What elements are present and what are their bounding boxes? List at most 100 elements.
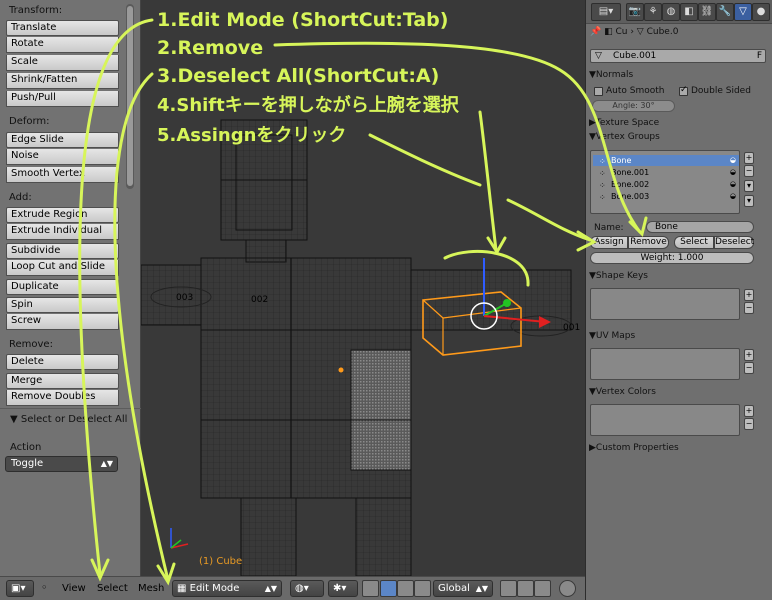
auto-smooth-checkbox[interactable] [594, 87, 603, 96]
extrude-region-button[interactable]: Extrude Region [6, 207, 119, 223]
select-menu[interactable]: Select [97, 583, 128, 594]
object-icon[interactable]: ◧ [680, 3, 698, 21]
circle-icon[interactable]: ◦ [41, 581, 48, 594]
occlude-geometry-icon[interactable] [559, 580, 576, 597]
editor-type-icon[interactable]: ▤▾ [591, 3, 621, 21]
cube-icon: ▣▾ [11, 583, 26, 594]
translate-manipulator-icon[interactable] [380, 580, 397, 597]
action-dropdown[interactable]: Toggle ▲▼ [5, 456, 118, 472]
world-icon[interactable]: ◍ [662, 3, 680, 21]
noise-button[interactable]: Noise [6, 149, 119, 165]
pivot-point-button[interactable]: ✱▾ [328, 580, 358, 597]
shape-keys-panel-header[interactable]: ▼Shape Keys [589, 271, 770, 281]
remove-shape-key-button[interactable]: − [744, 302, 754, 314]
mode-dropdown[interactable]: ▦ Edit Mode ▲▼ [172, 580, 282, 597]
push-pull-button[interactable]: Push/Pull [6, 91, 119, 107]
3d-viewport[interactable]: 003 002 001 (1) Cube [141, 0, 585, 576]
remove-group-button[interactable]: − [744, 165, 754, 177]
double-sided-checkbox[interactable] [679, 85, 688, 96]
vertex-select-icon[interactable] [500, 580, 517, 597]
loop-cut-slide-button[interactable]: Loop Cut and Slide [6, 260, 119, 276]
fake-user-flag[interactable]: F [757, 50, 762, 62]
material-icon[interactable]: ● [752, 3, 770, 21]
lock-icon[interactable]: ◒ [730, 155, 736, 166]
add-shape-key-button[interactable]: + [744, 289, 754, 301]
duplicate-button[interactable]: Duplicate [6, 279, 119, 295]
vertex-color-list[interactable] [590, 404, 740, 436]
render-icon[interactable]: 📷 [626, 3, 644, 21]
mesh-data-icon[interactable]: ▽ [734, 3, 752, 21]
transform-label: Transform: [9, 5, 63, 16]
scrollbar-thumb[interactable] [127, 6, 133, 186]
remove-vertex-color-button[interactable]: − [744, 418, 754, 430]
face-select-icon[interactable] [534, 580, 551, 597]
weight-slider[interactable]: Weight: 1.000 [590, 252, 754, 264]
deform-label: Deform: [9, 116, 50, 127]
rotate-manipulator-icon[interactable] [397, 580, 414, 597]
add-vertex-color-button[interactable]: + [744, 405, 754, 417]
tool-shelf: Transform: Translate Rotate Scale Shrink… [0, 0, 141, 576]
screw-button[interactable]: Screw [6, 314, 119, 330]
normals-panel-header[interactable]: ▼Normals [589, 70, 770, 80]
delete-button[interactable]: Delete [6, 354, 119, 370]
editor-type-button[interactable]: ▣▾ [6, 580, 34, 597]
list-item[interactable]: ⁘ Bone.001 ◒ [593, 167, 739, 178]
operator-panel-title[interactable]: ▼ Select or Deselect All [10, 414, 127, 425]
custom-properties-panel-header[interactable]: ▶Custom Properties [589, 443, 770, 453]
scale-manipulator-icon[interactable] [414, 580, 431, 597]
texture-space-panel-header[interactable]: ▶Texture Space [589, 118, 770, 128]
list-item[interactable]: ⁘ Bone.003 ◒ [593, 191, 739, 202]
add-group-button[interactable]: + [744, 152, 754, 164]
edge-select-icon[interactable] [517, 580, 534, 597]
shrink-fatten-button[interactable]: Shrink/Fatten [6, 73, 119, 89]
list-item[interactable]: ⁘ Bone ◒ [593, 155, 739, 166]
vertex-group-list[interactable]: ⁘ Bone ◒ ⁘ Bone.001 ◒ ⁘ Bone.002 ◒ ⁘ Bone.003 ◒ [590, 150, 740, 214]
orientation-dropdown[interactable]: Global ▲▼ [433, 580, 493, 597]
subdivide-button[interactable]: Subdivide [6, 243, 119, 259]
mesh-menu[interactable]: Mesh [138, 583, 164, 594]
mesh-icon: ▽ [595, 51, 602, 61]
remove-doubles-button[interactable]: Remove Doubles [6, 390, 119, 406]
edge-slide-button[interactable]: Edge Slide [6, 132, 119, 148]
select-button[interactable]: Select [674, 236, 714, 249]
list-item[interactable]: ⁘ Bone.002 ◒ [593, 179, 739, 190]
tool-shelf-scrollbar[interactable] [126, 4, 134, 189]
vertex-colors-panel-header[interactable]: ▼Vertex Colors [589, 387, 770, 397]
scene-icon[interactable]: ⚘ [644, 3, 662, 21]
disclosure-triangle-icon: ▼ [10, 414, 21, 425]
constraints-icon[interactable]: ⛓ [698, 3, 716, 21]
rotate-button[interactable]: Rotate [6, 37, 119, 53]
vertex-groups-panel-header[interactable]: ▼Vertex Groups [589, 132, 770, 142]
lock-icon[interactable]: ◒ [730, 179, 736, 190]
move-group-down-button[interactable]: ▾ [744, 195, 754, 207]
uv-maps-panel-header[interactable]: ▼UV Maps [589, 331, 770, 341]
viewport-shading-button[interactable]: ◍▾ [290, 580, 324, 597]
lock-icon[interactable]: ◒ [730, 167, 736, 178]
disclosure-triangle-icon: ▼ [589, 387, 596, 397]
remove-button[interactable]: Remove [628, 236, 669, 249]
assign-button[interactable]: Assign [590, 236, 628, 249]
mesh-name-field[interactable]: ▽ Cube.001 F [590, 49, 766, 63]
shape-key-list[interactable] [590, 288, 740, 320]
translate-button[interactable]: Translate [6, 20, 119, 36]
add-uv-map-button[interactable]: + [744, 349, 754, 361]
smooth-vertex-button[interactable]: Smooth Vertex [6, 167, 119, 183]
remove-uv-map-button[interactable]: − [744, 362, 754, 374]
pin-icon[interactable]: 📌 [590, 27, 601, 37]
view-menu[interactable]: View [62, 583, 86, 594]
manipulator-toggle-icon[interactable] [362, 580, 379, 597]
uv-map-list[interactable] [590, 348, 740, 380]
extrude-individual-button[interactable]: Extrude Individual [6, 224, 119, 240]
vertex-group-name-field[interactable]: Bone [646, 221, 754, 233]
lock-icon[interactable]: ◒ [730, 191, 736, 202]
group-specials-button[interactable]: ▾ [744, 180, 754, 192]
merge-button[interactable]: Merge [6, 373, 119, 389]
double-sided-label: Double Sided [691, 86, 751, 96]
modifiers-icon[interactable]: 🔧 [716, 3, 734, 21]
scale-button[interactable]: Scale [6, 55, 119, 71]
spin-button[interactable]: Spin [6, 297, 119, 313]
vertex-group-icon: ⁘ [599, 193, 606, 202]
dropdown-arrow-icon: ▲▼ [475, 584, 488, 593]
deselect-button[interactable]: Deselect [714, 236, 754, 249]
auto-smooth-angle-field[interactable]: Angle: 30° [592, 100, 675, 112]
